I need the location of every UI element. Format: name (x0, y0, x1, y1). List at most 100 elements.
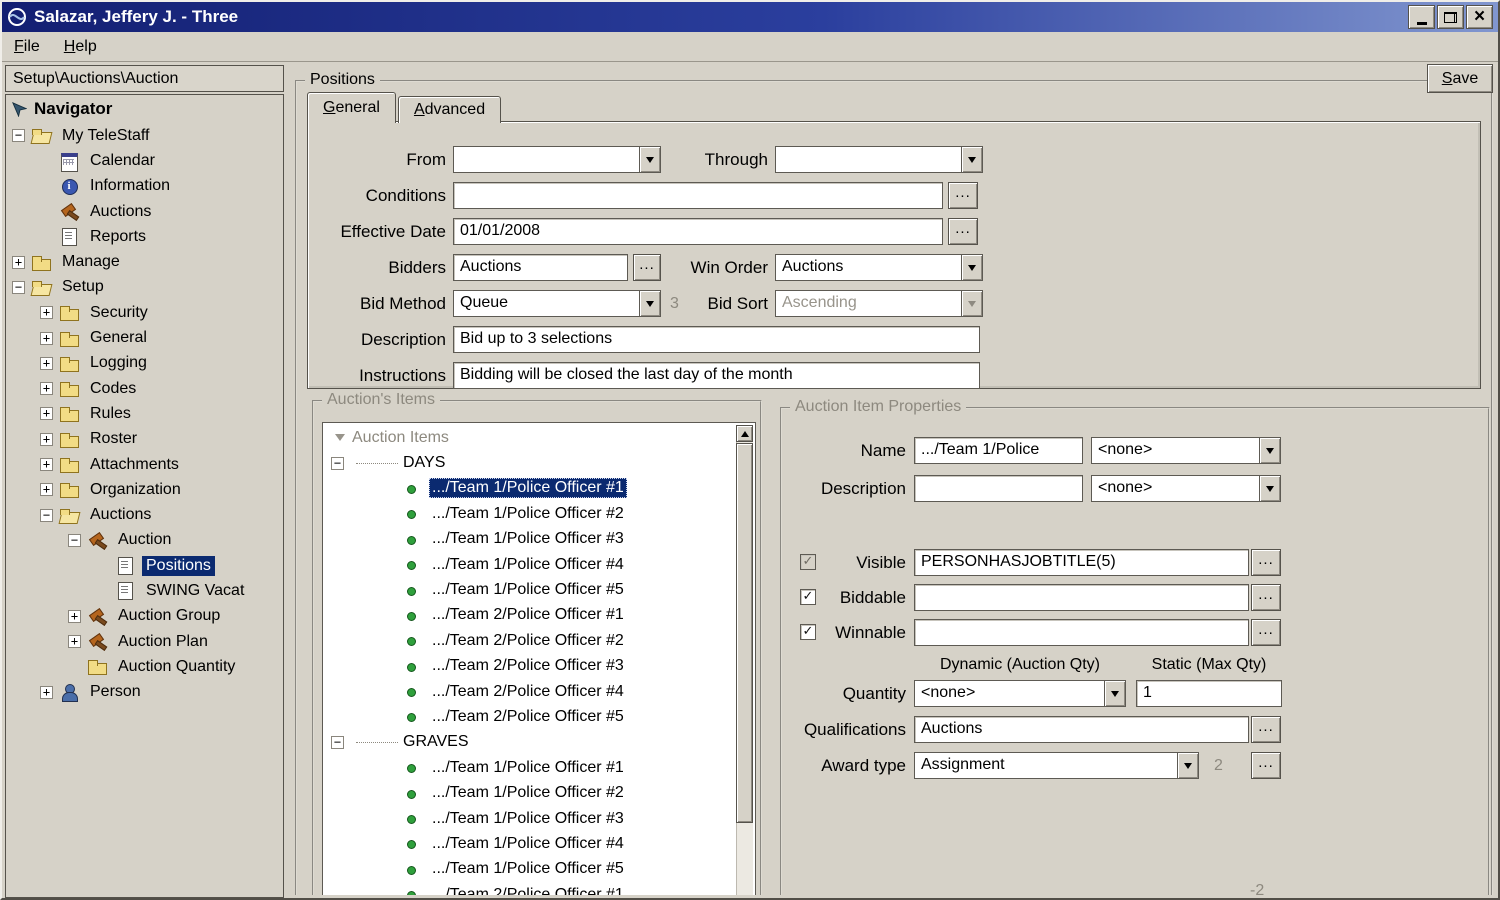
item-description-dropdown-button[interactable] (1259, 476, 1280, 501)
tree-item[interactable]: −Auction (6, 528, 283, 553)
name-input[interactable]: .../Team 1/Police (914, 437, 1083, 464)
qualifications-input[interactable]: Auctions (914, 716, 1249, 743)
auction-item-row[interactable]: .../Team 2/Police Officer #1 (325, 603, 734, 628)
auction-item-row[interactable]: .../Team 1/Police Officer #2 (325, 780, 734, 805)
award-type-browse-button[interactable]: ... (1251, 752, 1281, 779)
auction-item-row[interactable]: .../Team 1/Police Officer #3 (325, 806, 734, 831)
biddable-checkbox[interactable] (800, 589, 816, 605)
tree-expander[interactable]: − (12, 281, 25, 294)
tree-expander[interactable]: − (12, 129, 25, 142)
tree-item[interactable]: Reports (6, 224, 283, 249)
auction-item-row[interactable]: .../Team 2/Police Officer #5 (325, 704, 734, 729)
tree-expander[interactable]: + (40, 483, 53, 496)
tab-general[interactable]: General (307, 92, 396, 123)
tree-item[interactable]: +Manage (6, 249, 283, 274)
winnable-input[interactable] (914, 619, 1249, 646)
tree-expander[interactable]: + (12, 256, 25, 269)
biddable-browse-button[interactable]: ... (1251, 584, 1281, 611)
biddable-input[interactable] (914, 584, 1249, 611)
static-qty-input[interactable]: 1 (1136, 680, 1282, 707)
tree-expander[interactable]: − (68, 534, 81, 547)
tree-expander[interactable]: + (40, 382, 53, 395)
menu-file[interactable]: File (14, 38, 40, 56)
scroll-up-button[interactable] (736, 425, 753, 442)
bidders-input[interactable]: Auctions (453, 254, 628, 281)
through-dropdown-button[interactable] (961, 147, 982, 172)
from-combo[interactable] (453, 146, 661, 173)
tree-expander[interactable]: + (40, 458, 53, 471)
tree-item[interactable]: +General (6, 325, 283, 350)
tree-expander[interactable]: + (68, 610, 81, 623)
tree-expander[interactable]: + (40, 433, 53, 446)
tree-item[interactable]: Auctions (6, 199, 283, 224)
from-dropdown-button[interactable] (639, 147, 660, 172)
auction-item-row[interactable]: .../Team 1/Police Officer #1 (325, 476, 734, 501)
tree-item[interactable]: +Logging (6, 351, 283, 376)
winnable-checkbox[interactable] (800, 624, 816, 640)
tree-item[interactable]: +Codes (6, 376, 283, 401)
tree-item[interactable]: +Security (6, 300, 283, 325)
item-description-input[interactable] (914, 475, 1083, 502)
conditions-browse-button[interactable]: ... (948, 182, 978, 209)
tree-expander[interactable]: + (40, 306, 53, 319)
tab-advanced[interactable]: Advanced (398, 96, 501, 123)
auction-item-row[interactable]: .../Team 1/Police Officer #4 (325, 831, 734, 856)
qualifications-browse-button[interactable]: ... (1251, 716, 1281, 743)
tree-item[interactable]: SWING Vacat (6, 578, 283, 603)
name-option-select[interactable]: <none> (1091, 437, 1281, 464)
tree-expander[interactable]: + (40, 332, 53, 345)
close-button[interactable]: × (1466, 5, 1493, 29)
bid-method-dropdown-button[interactable] (639, 291, 660, 316)
tree-item[interactable]: +Rules (6, 401, 283, 426)
restore-button[interactable] (1437, 5, 1464, 29)
auction-item-row[interactable]: .../Team 1/Police Officer #2 (325, 501, 734, 526)
award-type-dropdown-button[interactable] (1177, 753, 1198, 778)
through-combo[interactable] (775, 146, 983, 173)
quantity-dropdown-button[interactable] (1104, 681, 1125, 706)
auction-item-group[interactable]: −GRAVES (325, 730, 734, 755)
tree-expander[interactable]: − (331, 457, 344, 470)
bidders-browse-button[interactable]: ... (633, 254, 661, 281)
tree-item[interactable]: Positions (6, 553, 283, 578)
win-order-select[interactable]: Auctions (775, 254, 983, 281)
visible-browse-button[interactable]: ... (1251, 549, 1281, 576)
tree-item[interactable]: Information (6, 174, 283, 199)
menu-help[interactable]: Help (64, 38, 97, 56)
auction-item-row[interactable]: .../Team 1/Police Officer #1 (325, 755, 734, 780)
vertical-scrollbar[interactable] (736, 425, 753, 895)
conditions-input[interactable] (453, 182, 943, 209)
auction-items-root[interactable]: Auction Items (325, 425, 734, 450)
auction-item-row[interactable]: .../Team 1/Police Officer #3 (325, 527, 734, 552)
tree-item[interactable]: +Auction Plan (6, 629, 283, 654)
tree-item[interactable]: −Auctions (6, 502, 283, 527)
scrollbar-thumb[interactable] (736, 443, 753, 823)
description-input[interactable]: Bid up to 3 selections (453, 326, 980, 353)
visible-input[interactable]: PERSONHASJOBTITLE(5) (914, 549, 1249, 576)
winnable-browse-button[interactable]: ... (1251, 619, 1281, 646)
quantity-select[interactable]: <none> (914, 680, 1126, 707)
name-option-dropdown-button[interactable] (1259, 438, 1280, 463)
auction-item-group[interactable]: −DAYS (325, 450, 734, 475)
tree-item[interactable]: +Organization (6, 477, 283, 502)
tree-item[interactable]: −Setup (6, 275, 283, 300)
tree-item[interactable]: +Auction Group (6, 604, 283, 629)
instructions-input[interactable]: Bidding will be closed the last day of t… (453, 362, 980, 389)
auction-item-row[interactable]: .../Team 2/Police Officer #3 (325, 654, 734, 679)
tree-expander[interactable]: − (40, 509, 53, 522)
effective-date-input[interactable]: 01/01/2008 (453, 218, 943, 245)
tree-expander[interactable]: + (40, 407, 53, 420)
minimize-button[interactable] (1408, 5, 1435, 29)
tree-item[interactable]: −My TeleStaff (6, 123, 283, 148)
auction-item-row[interactable]: .../Team 1/Police Officer #5 (325, 577, 734, 602)
tree-expander[interactable]: − (331, 736, 344, 749)
tree-item[interactable]: Auction Quantity (6, 654, 283, 679)
tree-item[interactable]: +Attachments (6, 452, 283, 477)
tree-expander[interactable]: + (68, 635, 81, 648)
bid-method-select[interactable]: Queue (453, 290, 661, 317)
item-description-option-select[interactable]: <none> (1091, 475, 1281, 502)
auction-item-row[interactable]: .../Team 1/Police Officer #4 (325, 552, 734, 577)
auction-item-row[interactable]: .../Team 2/Police Officer #2 (325, 628, 734, 653)
tree-item[interactable]: Calendar (6, 148, 283, 173)
auction-item-row[interactable]: .../Team 1/Police Officer #5 (325, 857, 734, 882)
win-order-dropdown-button[interactable] (961, 255, 982, 280)
